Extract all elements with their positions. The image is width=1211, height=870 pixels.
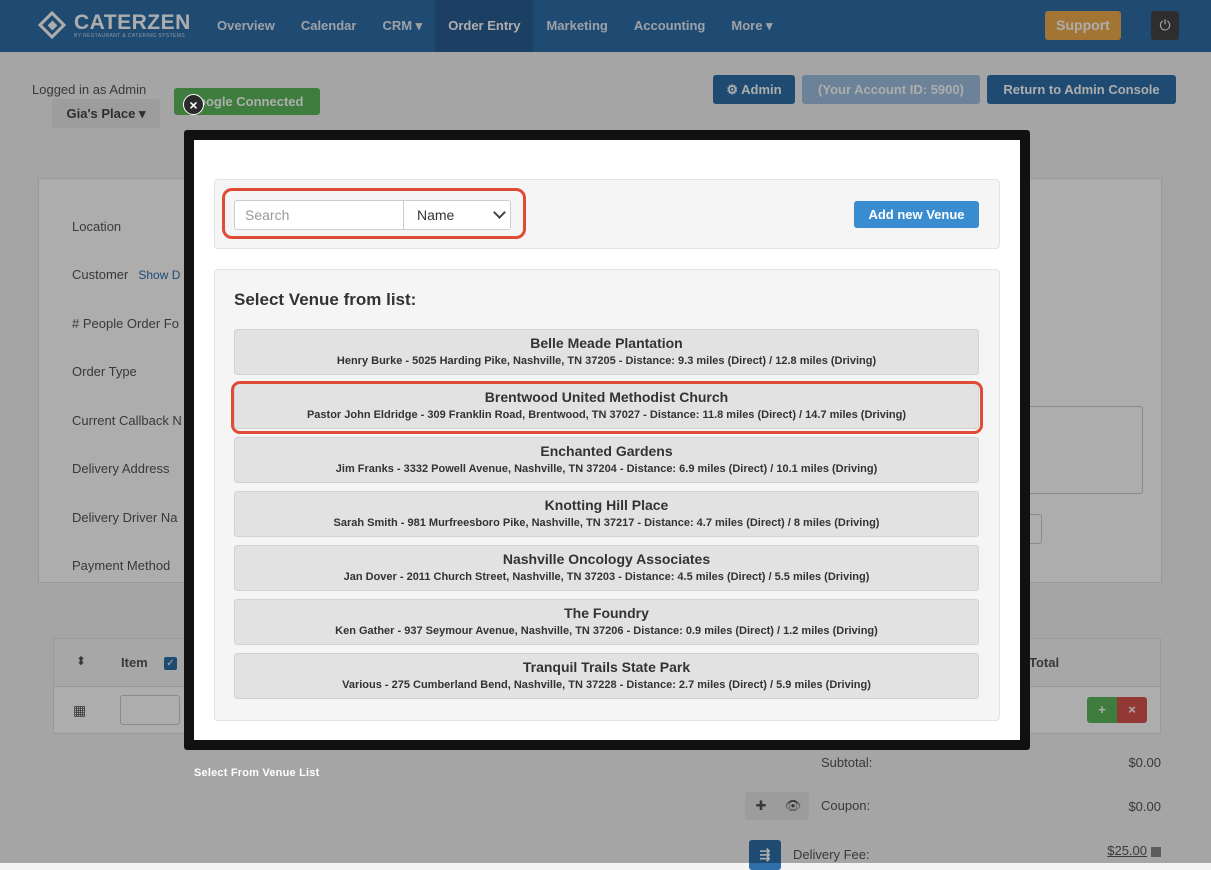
- venue-name: Knotting Hill Place: [544, 497, 669, 513]
- venue-detail: Sarah Smith - 981 Murfreesboro Pike, Nas…: [333, 517, 880, 529]
- venue-list-title: Select Venue from list:: [234, 290, 417, 309]
- venue-name: Enchanted Gardens: [540, 443, 673, 459]
- venue-item[interactable]: Nashville Oncology Associates Jan Dover …: [234, 545, 979, 591]
- venue-detail: Henry Burke - 5025 Harding Pike, Nashvil…: [336, 355, 877, 367]
- selected-venue-highlight-outline: [231, 381, 983, 434]
- venue-name: The Foundry: [564, 605, 649, 621]
- close-icon[interactable]: ×: [183, 94, 204, 115]
- modal-caption: Select From Venue List: [194, 767, 320, 779]
- add-new-venue-button[interactable]: Add new Venue: [854, 201, 979, 228]
- venue-name: Tranquil Trails State Park: [522, 659, 691, 675]
- venue-item[interactable]: Enchanted Gardens Jim Franks - 3332 Powe…: [234, 437, 979, 483]
- venue-detail: Jim Franks - 3332 Powell Avenue, Nashvil…: [335, 463, 878, 475]
- venue-name: Belle Meade Plantation: [530, 335, 683, 351]
- venue-item[interactable]: Knotting Hill Place Sarah Smith - 981 Mu…: [234, 491, 979, 537]
- venue-name: Nashville Oncology Associates: [502, 551, 711, 567]
- venue-item[interactable]: The Foundry Ken Gather - 937 Seymour Ave…: [234, 599, 979, 645]
- search-highlight-outline: [222, 188, 526, 239]
- venue-detail: Ken Gather - 937 Seymour Avenue, Nashvil…: [335, 625, 878, 637]
- venue-detail: Jan Dover - 2011 Church Street, Nashvill…: [343, 571, 870, 583]
- venue-detail: Various - 275 Cumberland Bend, Nashville…: [342, 679, 871, 691]
- venue-item[interactable]: Tranquil Trails State Park Various - 275…: [234, 653, 979, 699]
- venue-item[interactable]: Belle Meade Plantation Henry Burke - 502…: [234, 329, 979, 375]
